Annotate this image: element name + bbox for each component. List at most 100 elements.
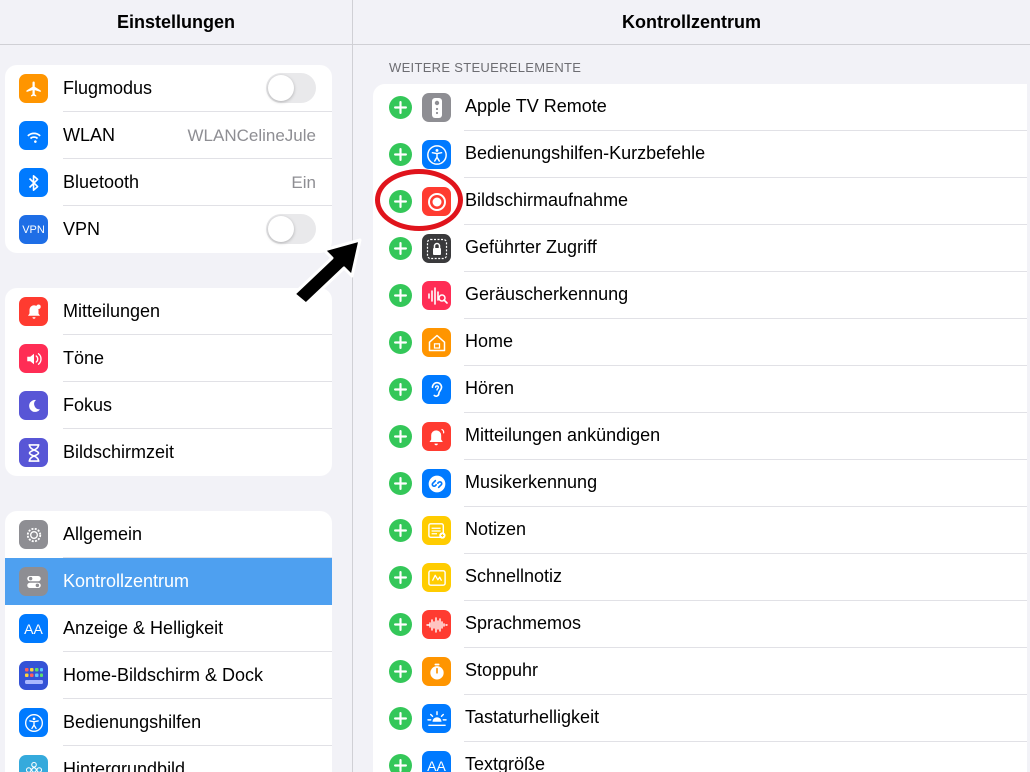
announce-icon xyxy=(422,422,451,451)
speaker-icon xyxy=(19,344,48,373)
more-controls-list: Apple TV Remote Bedienungshilfen-Kurzbef… xyxy=(373,84,1027,772)
annotation-arrow-icon xyxy=(292,238,362,306)
sidebar-item-label: Hintergrundbild xyxy=(63,759,186,772)
control-label: Stoppuhr xyxy=(465,660,539,680)
voice-memo-icon xyxy=(422,610,451,639)
accessibility-icon xyxy=(422,140,451,169)
add-control-button[interactable] xyxy=(389,707,412,730)
flugmodus-toggle[interactable] xyxy=(266,73,316,103)
sidebar-item-label: WLAN xyxy=(63,125,116,145)
sidebar-item-label: Töne xyxy=(63,348,105,368)
settings-sidebar: Einstellungen Flugmodus WLAN WLANCelineJ… xyxy=(0,0,352,772)
control-row-tastaturhelligkeit: Tastaturhelligkeit xyxy=(373,695,1027,742)
sidebar-item-label: Bildschirmzeit xyxy=(63,442,175,462)
sidebar-item-bluetooth[interactable]: Bluetooth Ein xyxy=(5,159,332,206)
add-control-button[interactable] xyxy=(389,754,412,772)
airplane-icon xyxy=(19,74,48,103)
sidebar-item-label: Flugmodus xyxy=(63,78,153,98)
vpn-icon: VPN xyxy=(19,215,48,244)
wifi-icon xyxy=(19,121,48,150)
bluetooth-icon xyxy=(19,168,48,197)
control-label: Geführter Zugriff xyxy=(465,237,597,257)
control-label: Tastaturhelligkeit xyxy=(465,707,600,727)
control-label: Sprachmemos xyxy=(465,613,582,633)
sound-recognition-icon xyxy=(422,281,451,310)
notes-icon xyxy=(422,516,451,545)
sidebar-item-mitteilungen[interactable]: Mitteilungen xyxy=(5,288,332,335)
home-screen-icon xyxy=(19,661,48,690)
bluetooth-status-value: Ein xyxy=(291,172,316,192)
add-control-button[interactable] xyxy=(389,284,412,307)
control-label: Bedienungshilfen-Kurzbefehle xyxy=(465,143,706,163)
sidebar-item-vpn[interactable]: VPN VPN xyxy=(5,206,332,253)
sidebar-item-label: Kontrollzentrum xyxy=(63,571,190,591)
vpn-icon-text: VPN xyxy=(22,223,45,236)
sidebar-item-bedienungshilfen[interactable]: Bedienungshilfen xyxy=(5,699,332,746)
control-row-bildschirmaufnahme: Bildschirmaufnahme xyxy=(373,178,1027,225)
control-row-hoeren: Hören xyxy=(373,366,1027,413)
sidebar-item-toene[interactable]: Töne xyxy=(5,335,332,382)
control-label: Mitteilungen ankündigen xyxy=(465,425,661,445)
sidebar-item-label: Bedienungshilfen xyxy=(63,712,202,732)
accessibility-icon xyxy=(19,708,48,737)
control-row-apple-tv-remote: Apple TV Remote xyxy=(373,84,1027,131)
control-label: Apple TV Remote xyxy=(465,96,607,116)
add-control-button[interactable] xyxy=(389,425,412,448)
hourglass-icon xyxy=(19,438,48,467)
control-label: Bildschirmaufnahme xyxy=(465,190,629,210)
control-label: Hören xyxy=(465,378,515,398)
settings-group-connectivity: Flugmodus WLAN WLANCelineJule Bluetooth … xyxy=(5,65,332,253)
control-label: Geräuscherkennung xyxy=(465,284,629,304)
sidebar-item-kontrollzentrum[interactable]: Kontrollzentrum xyxy=(5,558,332,605)
page-title: Kontrollzentrum xyxy=(353,0,1030,45)
sidebar-item-label: Allgemein xyxy=(63,524,143,544)
add-control-button[interactable] xyxy=(389,378,412,401)
add-control-button[interactable] xyxy=(389,331,412,354)
switches-icon xyxy=(19,567,48,596)
wlan-network-value: WLANCelineJule xyxy=(187,125,317,145)
add-control-button[interactable] xyxy=(389,660,412,683)
display-icon: AA xyxy=(19,614,48,643)
add-control-button[interactable] xyxy=(389,472,412,495)
add-control-button[interactable] xyxy=(389,96,412,119)
settings-group-general: Allgemein Kontrollzentrum AA Anzeige & H… xyxy=(5,511,332,772)
add-control-button[interactable] xyxy=(389,143,412,166)
control-row-musikerkennung: Musikerkennung xyxy=(373,460,1027,507)
sidebar-item-label: Fokus xyxy=(63,395,113,415)
add-control-button[interactable] xyxy=(389,237,412,260)
lock-icon xyxy=(422,234,451,263)
sidebar-item-hintergrundbild[interactable]: Hintergrundbild xyxy=(5,746,332,772)
keyboard-brightness-icon xyxy=(422,704,451,733)
house-icon xyxy=(422,328,451,357)
sidebar-item-anzeige-helligkeit[interactable]: AA Anzeige & Helligkeit xyxy=(5,605,332,652)
sidebar-item-allgemein[interactable]: Allgemein xyxy=(5,511,332,558)
notifications-icon xyxy=(19,297,48,326)
sidebar-item-label: VPN xyxy=(63,219,101,239)
section-header: WEITERE STEUERELEMENTE xyxy=(389,60,582,75)
wallpaper-icon xyxy=(19,755,48,772)
control-row-textgroesse: AA Textgröße xyxy=(373,742,1027,772)
add-control-button[interactable] xyxy=(389,566,412,589)
control-label: Textgröße xyxy=(465,754,546,772)
sidebar-item-home-bildschirm[interactable]: Home-Bildschirm & Dock xyxy=(5,652,332,699)
control-row-geraeuscherkennung: Geräuscherkennung xyxy=(373,272,1027,319)
control-label: Schnellnotiz xyxy=(465,566,563,586)
text-size-icon: AA xyxy=(422,751,451,772)
sidebar-item-bildschirmzeit[interactable]: Bildschirmzeit xyxy=(5,429,332,476)
sidebar-item-wlan[interactable]: WLAN WLANCelineJule xyxy=(5,112,332,159)
sidebar-item-fokus[interactable]: Fokus xyxy=(5,382,332,429)
sidebar-item-flugmodus[interactable]: Flugmodus xyxy=(5,65,332,112)
control-row-mitteilungen-ankuendigen: Mitteilungen ankündigen xyxy=(373,413,1027,460)
sidebar-item-label: Mitteilungen xyxy=(63,301,161,321)
stopwatch-icon xyxy=(422,657,451,686)
text-size-icon-text: AA xyxy=(427,757,446,772)
sidebar-item-label: Home-Bildschirm & Dock xyxy=(63,665,264,685)
add-control-button[interactable] xyxy=(389,613,412,636)
control-row-notizen: Notizen xyxy=(373,507,1027,554)
sidebar-item-label: Bluetooth xyxy=(63,172,140,192)
add-control-button[interactable] xyxy=(389,519,412,542)
control-label: Notizen xyxy=(465,519,527,539)
control-row-home: Home xyxy=(373,319,1027,366)
control-label: Musikerkennung xyxy=(465,472,598,492)
ear-icon xyxy=(422,375,451,404)
